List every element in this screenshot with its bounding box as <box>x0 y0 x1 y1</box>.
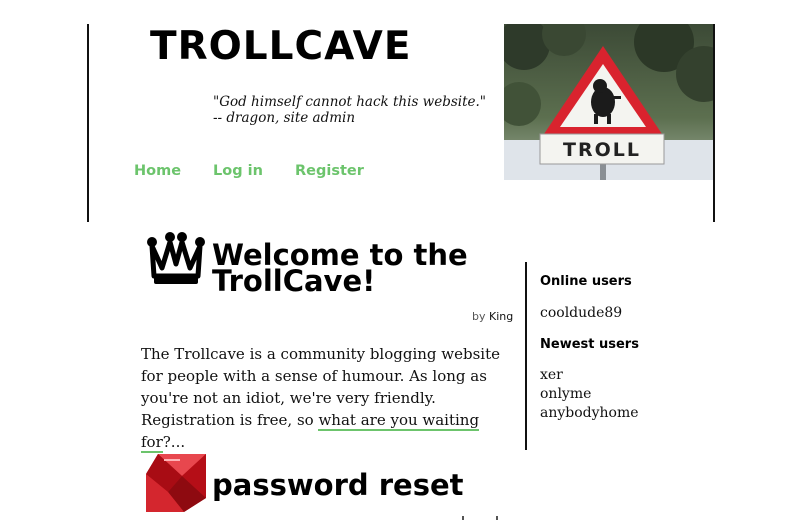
newest-users-list: xer onlyme anybodyhome <box>540 366 639 423</box>
post-body-suffix: ?... <box>162 433 186 451</box>
nav-register-link[interactable]: Register <box>295 163 364 179</box>
user-link[interactable]: cooldude89 <box>540 305 622 321</box>
newest-user-item: anybodyhome <box>540 404 639 423</box>
newest-users-heading: Newest users <box>540 337 639 352</box>
main-nav: Home Log in Register <box>134 163 396 179</box>
sidebar-border <box>525 262 527 450</box>
ruby-icon <box>144 452 208 514</box>
post-byline: by King <box>472 310 513 323</box>
newest-user-item: xer <box>540 366 639 385</box>
user-link[interactable]: onlyme <box>540 386 591 402</box>
post-title[interactable]: password reset <box>212 468 463 502</box>
site-tagline: "God himself cannot hack this website." … <box>213 94 487 126</box>
crown-icon <box>144 228 208 288</box>
troll-sign-text: TROLL <box>563 139 641 161</box>
cut-off-byline-fragment <box>462 516 498 520</box>
post-title[interactable]: Welcome to the TrollCave! <box>212 241 502 296</box>
site-title: TROLLCAVE <box>150 24 412 69</box>
user-link[interactable]: anybodyhome <box>540 405 639 421</box>
byline-prefix: by <box>472 310 486 323</box>
author-link[interactable]: King <box>489 310 513 323</box>
header-left-border <box>87 24 89 222</box>
online-users-list: cooldude89 <box>540 304 622 323</box>
online-user-item: cooldude89 <box>540 304 622 323</box>
troll-sign-image: TROLL <box>504 24 713 180</box>
online-users-heading: Online users <box>540 274 632 289</box>
nav-home-link[interactable]: Home <box>134 163 181 179</box>
post-body: The Trollcave is a community blogging we… <box>141 343 511 453</box>
nav-login-link[interactable]: Log in <box>213 163 263 179</box>
header-right-border <box>713 24 715 222</box>
newest-user-item: onlyme <box>540 385 639 404</box>
user-link[interactable]: xer <box>540 367 563 383</box>
troll-sign-illustration: TROLL <box>504 24 713 180</box>
